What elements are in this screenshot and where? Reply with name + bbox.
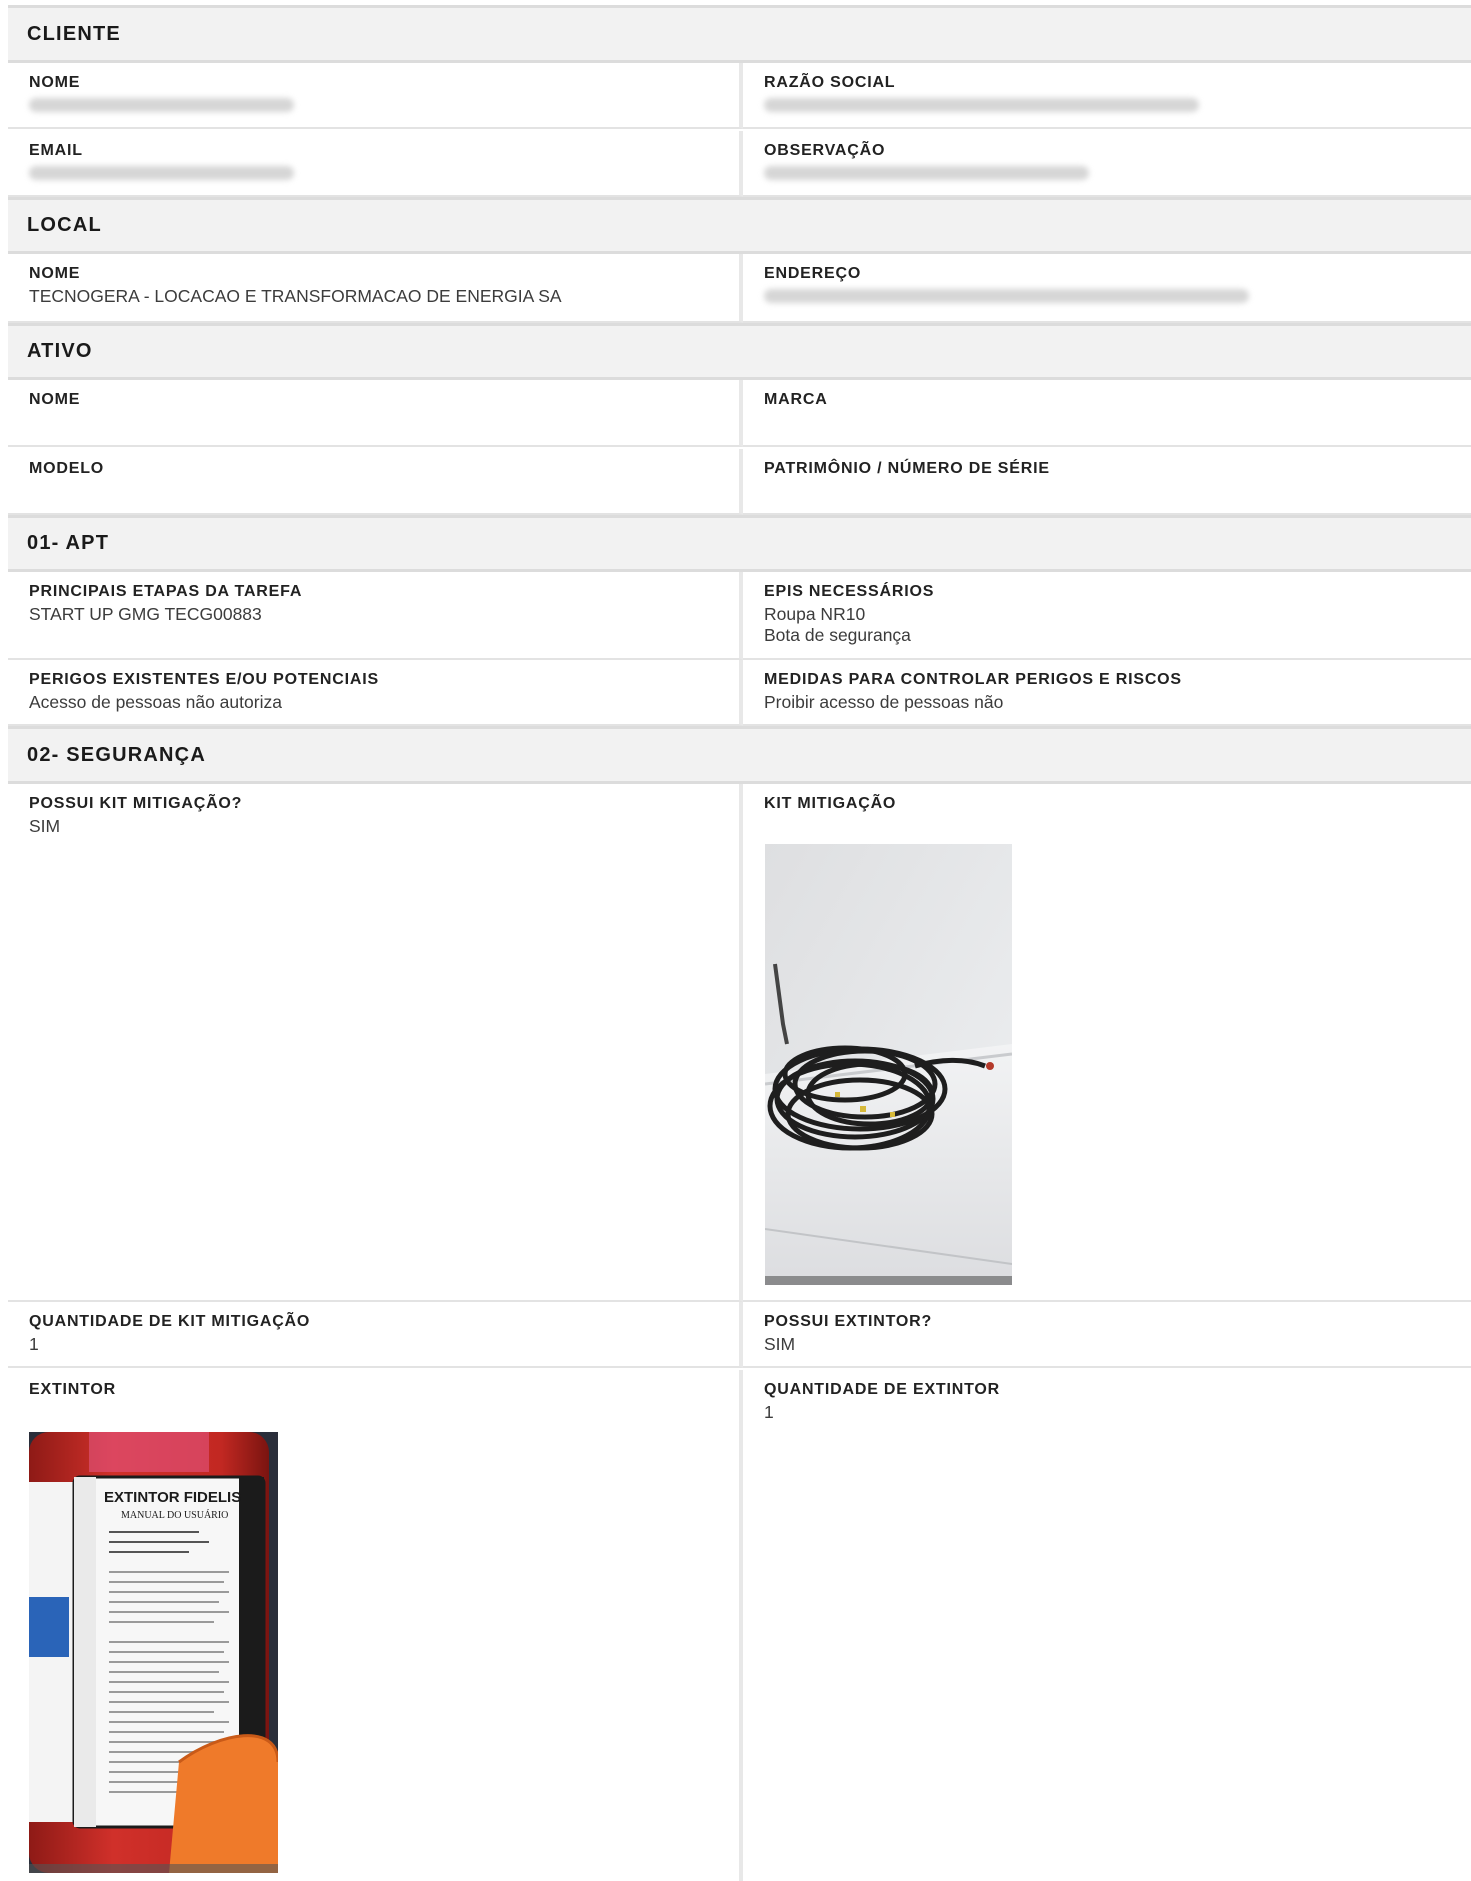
epi-item: Roupa NR10 bbox=[764, 604, 866, 624]
field-cliente-razao-social: RAZÃO SOCIAL bbox=[743, 63, 1471, 129]
field-label: PRINCIPAIS ETAPAS DA TAREFA bbox=[29, 583, 303, 600]
field-ativo-marca: MARCA bbox=[743, 380, 1471, 447]
field-label: MODELO bbox=[29, 460, 105, 477]
section-title: LOCAL bbox=[27, 214, 102, 236]
extintor-photo-title: EXTINTOR FIDELIS bbox=[104, 1489, 241, 1506]
epi-item: Bota de segurança bbox=[764, 625, 911, 645]
field-value: TECNOGERA - LOCACAO E TRANSFORMACAO DE E… bbox=[29, 286, 562, 306]
field-label: KIT MITIGAÇÃO bbox=[764, 795, 897, 812]
field-local-endereco: ENDEREÇO bbox=[743, 254, 1471, 323]
field-qtd-kit: QUANTIDADE DE KIT MITIGAÇÃO 1 bbox=[8, 1302, 743, 1368]
section-ativo-header: ATIVO bbox=[8, 323, 1471, 380]
field-cliente-nome: NOME bbox=[8, 63, 743, 129]
field-label: EXTINTOR bbox=[29, 1381, 117, 1398]
field-possui-extintor: POSSUI EXTINTOR? SIM bbox=[743, 1302, 1471, 1368]
field-value-list: Roupa NR10 Bota de segurança bbox=[764, 604, 1451, 646]
field-apt-epis: EPIS NECESSÁRIOS Roupa NR10 Bota de segu… bbox=[743, 572, 1471, 660]
field-label: POSSUI EXTINTOR? bbox=[764, 1313, 933, 1330]
field-apt-perigos: PERIGOS EXISTENTES E/OU POTENCIAIS Acess… bbox=[8, 660, 743, 726]
field-value: Proibir acesso de pessoas não bbox=[764, 692, 1004, 712]
field-value: START UP GMG TECG00883 bbox=[29, 604, 262, 624]
section-title: 02- SEGURANÇA bbox=[27, 743, 206, 766]
field-value: SIM bbox=[29, 816, 61, 836]
section-title: CLIENTE bbox=[27, 22, 121, 45]
field-apt-medidas: MEDIDAS PARA CONTROLAR PERIGOS E RISCOS … bbox=[743, 660, 1471, 726]
field-value: SIM bbox=[764, 1334, 796, 1354]
field-ativo-nome: NOME bbox=[8, 380, 743, 447]
redacted-value bbox=[764, 98, 1199, 112]
field-label: NOME bbox=[29, 74, 81, 91]
field-value: Acesso de pessoas não autoriza bbox=[29, 692, 282, 712]
field-label: MARCA bbox=[764, 391, 828, 408]
extintor-photo-subtitle: MANUAL DO USUÁRIO bbox=[121, 1509, 228, 1521]
field-label: OBSERVAÇÃO bbox=[764, 142, 886, 159]
redacted-value bbox=[764, 289, 1249, 303]
field-label: PATRIMÔNIO / NÚMERO DE SÉRIE bbox=[764, 460, 1050, 477]
field-ativo-patrimonio: PATRIMÔNIO / NÚMERO DE SÉRIE bbox=[743, 449, 1471, 515]
field-label: PERIGOS EXISTENTES E/OU POTENCIAIS bbox=[29, 671, 379, 688]
field-value: 1 bbox=[29, 1334, 39, 1354]
cables-photo-icon bbox=[765, 844, 1012, 1285]
section-title: ATIVO bbox=[27, 340, 93, 362]
field-apt-etapas: PRINCIPAIS ETAPAS DA TAREFA START UP GMG… bbox=[8, 572, 743, 660]
field-label: NOME bbox=[29, 391, 81, 408]
field-label: QUANTIDADE DE KIT MITIGAÇÃO bbox=[29, 1313, 311, 1330]
section-seguranca-header: 02- SEGURANÇA bbox=[8, 726, 1471, 784]
field-qtd-extintor: QUANTIDADE DE EXTINTOR 1 bbox=[743, 1370, 1471, 1881]
section-title: 01- APT bbox=[27, 532, 110, 554]
section-local-header: LOCAL bbox=[8, 197, 1471, 254]
field-label: NOME bbox=[29, 265, 81, 282]
extintor-photo[interactable]: EXTINTOR FIDELIS MANUAL DO USUÁRIO bbox=[29, 1432, 278, 1873]
section-cliente-header: CLIENTE bbox=[8, 5, 1471, 63]
field-value: 1 bbox=[764, 1402, 774, 1422]
field-label: RAZÃO SOCIAL bbox=[764, 74, 896, 91]
redacted-value bbox=[29, 166, 294, 180]
field-label: ENDEREÇO bbox=[764, 265, 862, 282]
extinguisher-photo-icon: EXTINTOR FIDELIS MANUAL DO USUÁRIO bbox=[29, 1432, 278, 1873]
kit-mitigacao-photo[interactable] bbox=[765, 844, 1012, 1285]
report-sheet: CLIENTE NOME RAZÃO SOCIAL EMAIL OBSERVAÇ… bbox=[0, 0, 1471, 1881]
section-apt-header: 01- APT bbox=[8, 515, 1471, 572]
field-label: POSSUI KIT MITIGAÇÃO? bbox=[29, 795, 243, 812]
field-cliente-email: EMAIL bbox=[8, 131, 743, 197]
redacted-value bbox=[764, 166, 1089, 180]
field-label: QUANTIDADE DE EXTINTOR bbox=[764, 1381, 1000, 1398]
field-local-nome: NOME TECNOGERA - LOCACAO E TRANSFORMACAO… bbox=[8, 254, 743, 323]
field-cliente-observacao: OBSERVAÇÃO bbox=[743, 131, 1471, 197]
field-ativo-modelo: MODELO bbox=[8, 449, 743, 515]
field-label: EMAIL bbox=[29, 142, 83, 159]
field-label: EPIS NECESSÁRIOS bbox=[764, 583, 935, 600]
field-label: MEDIDAS PARA CONTROLAR PERIGOS E RISCOS bbox=[764, 671, 1182, 688]
field-possui-kit: POSSUI KIT MITIGAÇÃO? SIM bbox=[8, 784, 743, 1302]
redacted-value bbox=[29, 98, 294, 112]
